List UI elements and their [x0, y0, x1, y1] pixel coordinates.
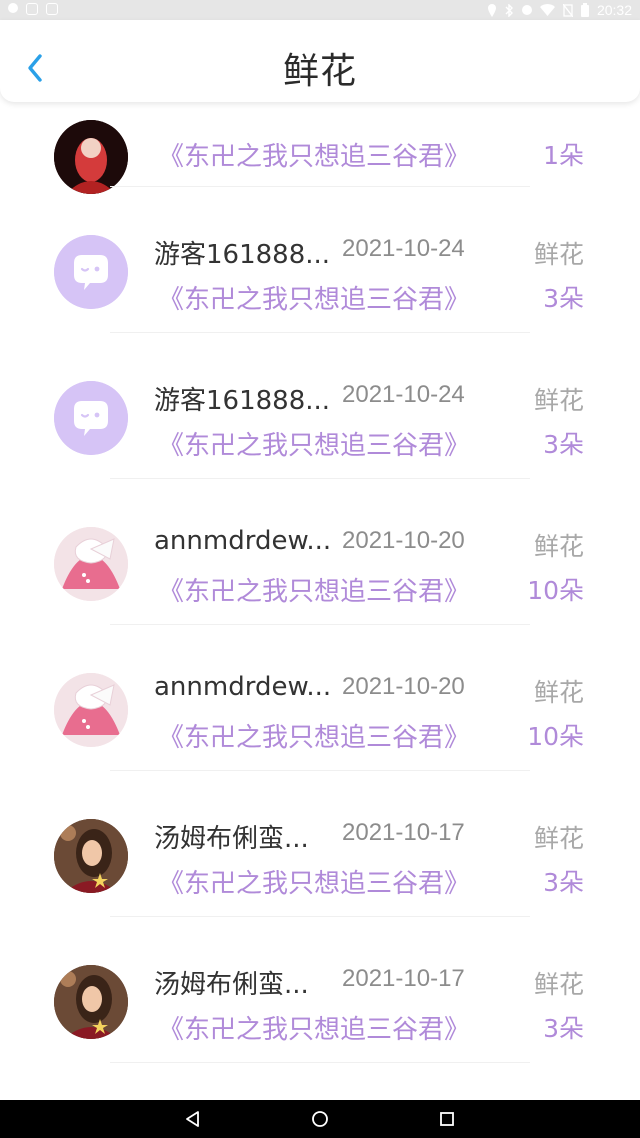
- portrait-avatar-image: [54, 965, 128, 1039]
- wifi-icon: [539, 4, 555, 16]
- divider: [110, 770, 530, 771]
- divider: [110, 1062, 530, 1063]
- user-name: annmdrdew...: [154, 526, 332, 556]
- minus-circle-icon: [521, 5, 532, 15]
- nav-home-button[interactable]: [310, 1109, 330, 1129]
- gift-date: 2021-10-24: [342, 235, 465, 262]
- portrait-avatar: [54, 965, 128, 1039]
- user-name: annmdrdew...: [154, 672, 332, 702]
- gift-date: 2021-10-20: [342, 527, 465, 554]
- divider: [110, 624, 530, 625]
- flower-count: 1朵: [543, 141, 584, 170]
- user-name: 汤姆布俐蛮...: [154, 824, 309, 854]
- chat-bubble-avatar: [54, 235, 128, 309]
- list-item[interactable]: 游客161888... 2021-10-24 鲜花 《东卍之我只想追三谷君》 3…: [0, 198, 640, 344]
- avatar: [54, 120, 128, 194]
- portrait-avatar-image: [54, 819, 128, 893]
- book-title: 《东卍之我只想追三谷君》: [158, 1015, 471, 1045]
- pink-bow-avatar-image: [54, 527, 128, 601]
- list-item[interactable]: annmdrdew... 2021-10-20 鲜花 《东卍之我只想追三谷君》 …: [0, 636, 640, 782]
- pink-bow-avatar-image: [54, 673, 128, 747]
- pink-bow-avatar: [54, 527, 128, 601]
- gift-type: 鲜花: [533, 532, 584, 561]
- book-title: 《东卍之我只想追三谷君》: [158, 577, 471, 607]
- gift-date: 2021-10-20: [342, 673, 465, 700]
- status-time: 20:32: [596, 2, 632, 18]
- book-title: 《东卍之我只想追三谷君》: [158, 285, 471, 315]
- flower-count: 10朵: [527, 722, 584, 751]
- top-bar: 鲜花: [0, 20, 640, 102]
- list-item[interactable]: 汤姆布俐蛮... 2021-10-17 鲜花 《东卍之我只想追三谷君》 3朵: [0, 928, 640, 1074]
- gift-date: 2021-10-17: [342, 965, 465, 992]
- back-triangle-icon: [186, 1111, 199, 1127]
- record-icon: [8, 3, 18, 13]
- recents-square-icon: [440, 1112, 454, 1126]
- divider: [110, 916, 530, 917]
- image-icon: [26, 3, 38, 15]
- gift-date: 2021-10-17: [342, 819, 465, 846]
- flower-count: 3朵: [543, 430, 584, 459]
- flower-count: 3朵: [543, 1014, 584, 1043]
- red-portrait-avatar-image: [54, 120, 128, 194]
- gift-type: 鲜花: [533, 970, 584, 999]
- page-title: 鲜花: [282, 51, 357, 92]
- battery-icon: [580, 3, 589, 17]
- list-item[interactable]: annmdrdew... 2021-10-20 鲜花 《东卍之我只想追三谷君》 …: [0, 490, 640, 636]
- user-name: 游客161888...: [154, 386, 331, 416]
- book-title: 《东卍之我只想追三谷君》: [158, 431, 471, 461]
- chat-bubble-icon: [54, 235, 128, 309]
- home-circle-icon: [312, 1111, 328, 1127]
- divider: [110, 478, 530, 479]
- gift-type: 鲜花: [533, 678, 584, 707]
- status-bar: 20:32: [0, 0, 640, 20]
- no-sim-icon: [562, 3, 573, 17]
- system-nav-bar: [0, 1100, 640, 1138]
- mail-icon: [46, 3, 58, 15]
- list-item[interactable]: 游客161888... 2021-10-24 鲜花 《东卍之我只想追三谷君》 3…: [0, 344, 640, 490]
- user-name: 游客161888...: [154, 240, 331, 270]
- chat-bubble-icon: [54, 381, 128, 455]
- divider: [110, 186, 530, 187]
- flower-gift-list[interactable]: 《东卍之我只想追三谷君》 1朵 游客161888... 2021-10-24 鲜…: [0, 102, 640, 1100]
- book-title: 《东卍之我只想追三谷君》: [158, 142, 471, 172]
- bluetooth-icon: [505, 3, 513, 17]
- book-title: 《东卍之我只想追三谷君》: [158, 723, 471, 753]
- gift-date: 2021-10-24: [342, 381, 465, 408]
- chat-bubble-avatar: [54, 381, 128, 455]
- flower-count: 10朵: [527, 576, 584, 605]
- nav-recents-button[interactable]: [437, 1109, 457, 1129]
- pink-bow-avatar: [54, 673, 128, 747]
- divider: [110, 332, 530, 333]
- gift-type: 鲜花: [533, 240, 584, 269]
- user-name: 汤姆布俐蛮...: [154, 970, 309, 1000]
- gift-type: 鲜花: [533, 824, 584, 853]
- list-item[interactable]: 汤姆布俐蛮... 2021-10-17 鲜花 《东卍之我只想追三谷君》 3朵: [0, 782, 640, 928]
- portrait-avatar: [54, 819, 128, 893]
- book-title: 《东卍之我只想追三谷君》: [158, 869, 471, 899]
- list-item-partial[interactable]: 《东卍之我只想追三谷君》 1朵: [0, 102, 640, 194]
- flower-count: 3朵: [543, 284, 584, 313]
- gift-type: 鲜花: [533, 386, 584, 415]
- location-icon: [487, 3, 496, 17]
- nav-back-button[interactable]: [183, 1109, 203, 1129]
- flower-count: 3朵: [543, 868, 584, 897]
